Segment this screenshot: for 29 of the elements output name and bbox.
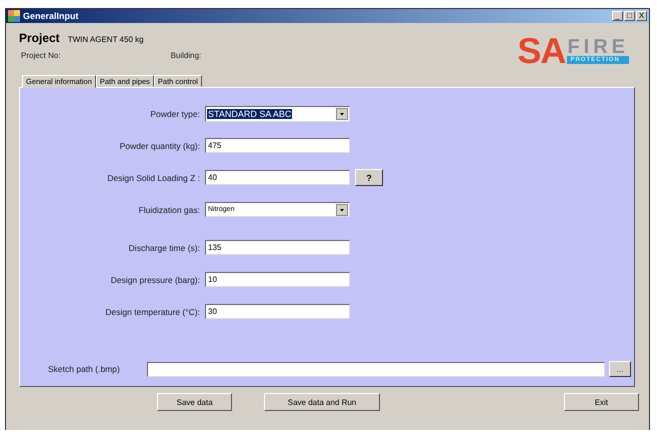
input-field[interactable]: 475 bbox=[205, 138, 350, 153]
help-button[interactable]: ? bbox=[355, 169, 383, 186]
app-icon bbox=[8, 10, 20, 22]
building-label: Building: bbox=[170, 51, 202, 60]
input-field[interactable]: 135 bbox=[205, 240, 350, 255]
window-control-button[interactable]: X bbox=[636, 11, 647, 21]
field-label: Powder type: bbox=[149, 108, 201, 118]
field-label: Design pressure (barg): bbox=[110, 274, 201, 284]
action-button[interactable]: Save data bbox=[157, 393, 232, 411]
input-field[interactable]: 10 bbox=[205, 272, 350, 287]
project-label: Project bbox=[19, 31, 60, 45]
sketch-path-label: Sketch path (.bmp) bbox=[48, 364, 121, 374]
window-title: GeneralInput bbox=[23, 11, 79, 21]
field-label: Design temperature (°C): bbox=[104, 306, 201, 316]
sketch-path-field[interactable] bbox=[147, 362, 605, 376]
action-button[interactable]: Exit bbox=[564, 393, 640, 411]
field-label: Discharge time (s): bbox=[128, 242, 201, 252]
project-name: TWIN AGENT 450 kg bbox=[68, 35, 144, 44]
field-label: Design Solid Loading Z : bbox=[106, 172, 201, 182]
field-label: Fluidization gas: bbox=[138, 204, 201, 214]
input-field[interactable]: 30 bbox=[205, 304, 350, 319]
dropdown[interactable]: STANDARD SA ABC bbox=[205, 106, 350, 122]
window-control-button[interactable]: _ bbox=[612, 11, 623, 21]
field-label: Powder quantity (kg): bbox=[118, 140, 201, 150]
action-button[interactable]: Save data and Run bbox=[264, 393, 380, 411]
project-number-label: Project No: bbox=[21, 51, 61, 60]
browse-button[interactable]: ... bbox=[609, 361, 631, 377]
window-control-button[interactable]: □ bbox=[624, 11, 635, 21]
input-field[interactable]: 40 bbox=[205, 170, 350, 185]
